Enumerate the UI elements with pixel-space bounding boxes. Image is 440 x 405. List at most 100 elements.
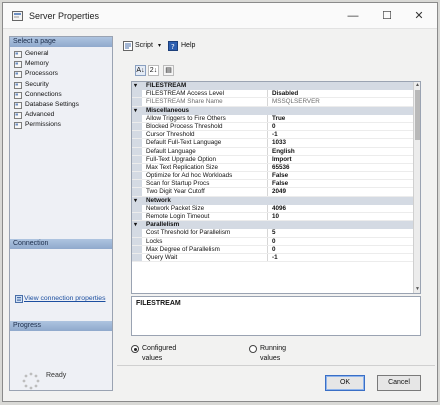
collapse-icon[interactable]: ▾ — [134, 221, 137, 229]
category-row[interactable]: ▾ Parallelism — [132, 221, 414, 230]
category-row[interactable]: ▾ FILESTREAM — [132, 82, 414, 91]
property-row[interactable]: Cursor Threshold -1 — [132, 131, 414, 140]
help-button[interactable]: Help — [181, 39, 195, 53]
property-name: Cost Threshold for Parallelism — [145, 229, 268, 237]
progress-spinner-icon — [22, 372, 40, 390]
page-item-label: Security — [25, 80, 49, 88]
property-name: Query Wait — [145, 253, 268, 262]
property-value[interactable]: Import — [270, 156, 414, 163]
script-button[interactable]: Script — [135, 39, 153, 53]
page-item-security[interactable]: Security — [12, 80, 112, 90]
configured-values-label: Configured values — [142, 345, 177, 362]
property-value[interactable]: 65536 — [270, 164, 414, 171]
property-row[interactable]: Query Wait -1 — [132, 253, 414, 263]
property-grid[interactable]: ▾ FILESTREAM FILESTREAM Access Level Disabl… — [131, 81, 421, 294]
property-value[interactable]: 4096 — [270, 205, 414, 212]
property-row[interactable]: Cost Threshold for Parallelism 5 — [132, 229, 414, 238]
category-name: Miscellaneous — [146, 106, 190, 114]
property-value[interactable]: False — [270, 172, 414, 179]
property-name: Optimize for Ad hoc Workloads — [145, 172, 268, 180]
script-dropdown-icon[interactable]: ▾ — [158, 39, 161, 53]
scroll-up-icon[interactable]: ▲ — [414, 82, 420, 89]
page-icon — [14, 61, 22, 69]
ok-button[interactable]: OK — [325, 375, 365, 391]
server-properties-window: Server Properties — ☐ ✕ Select a page Ge… — [2, 2, 438, 402]
property-row[interactable]: Blocked Process Threshold 0 — [132, 122, 414, 132]
category-row[interactable]: ▾ Network — [132, 196, 414, 205]
title-bar[interactable]: Server Properties — ☐ ✕ — [3, 3, 437, 29]
categorized-sort-button[interactable]: A↓ — [135, 65, 146, 76]
property-value[interactable]: False — [270, 180, 414, 187]
property-value[interactable]: English — [270, 148, 414, 155]
cancel-button[interactable]: Cancel — [377, 375, 421, 391]
description-panel: FILESTREAM — [131, 296, 421, 336]
minimize-button[interactable]: — — [341, 7, 365, 25]
collapse-icon[interactable]: ▾ — [134, 107, 137, 115]
page-item-memory[interactable]: Memory — [12, 59, 112, 69]
category-name: Network — [146, 196, 171, 204]
property-row[interactable]: Two Digit Year Cutoff 2049 — [132, 188, 414, 197]
property-value: MSSQLSERVER — [272, 98, 320, 106]
property-value[interactable]: -1 — [270, 254, 414, 261]
progress-header: Progress — [10, 321, 112, 331]
progress-status: Ready — [46, 372, 67, 379]
property-value[interactable]: 5 — [270, 229, 414, 236]
property-row[interactable]: Network Packet Size 4096 — [132, 204, 414, 213]
connection-properties-icon — [15, 295, 23, 303]
category-row[interactable]: ▾ Miscellaneous — [132, 106, 414, 115]
running-values-radio[interactable] — [249, 345, 257, 353]
property-row[interactable]: Default Full-Text Language 1033 — [132, 139, 414, 148]
server-icon — [12, 11, 23, 21]
page-item-database-settings[interactable]: Database Settings — [12, 100, 112, 110]
help-icon: ? — [168, 41, 178, 51]
property-value[interactable]: Disabled — [270, 90, 414, 97]
row-margin — [132, 180, 142, 188]
property-row[interactable]: Optimize for Ad hoc Workloads False — [132, 172, 414, 181]
page-item-label: Processors — [25, 70, 58, 78]
collapse-icon[interactable]: ▾ — [134, 82, 137, 90]
property-value[interactable]: 0 — [270, 246, 414, 253]
property-row[interactable]: FILESTREAM Access Level Disabled — [132, 90, 414, 99]
property-row[interactable]: FILESTREAM Share Name MSSQLSERVER — [132, 98, 414, 107]
page-icon — [14, 51, 22, 58]
collapse-icon[interactable]: ▾ — [134, 197, 137, 205]
property-value[interactable]: 1033 — [270, 139, 414, 146]
configured-values-radio[interactable] — [131, 345, 139, 353]
property-grid-scrollbar[interactable]: ▲ ▼ — [413, 82, 420, 293]
property-value[interactable]: 10 — [270, 213, 414, 220]
property-row[interactable]: Default Language English — [132, 147, 414, 156]
property-row[interactable]: Allow Triggers to Fire Others True — [132, 114, 414, 123]
alphabetical-sort-button[interactable]: 2↓ — [148, 65, 159, 76]
maximize-button[interactable]: ☐ — [375, 7, 399, 25]
page-item-connections[interactable]: Connections — [12, 90, 112, 100]
scroll-down-icon[interactable]: ▼ — [414, 286, 420, 293]
property-name: Locks — [145, 237, 268, 245]
page-icon — [14, 101, 22, 109]
property-row[interactable]: Remote Login Timeout 10 — [132, 213, 414, 222]
property-pages-icon[interactable]: ▤ — [163, 65, 174, 76]
property-row[interactable]: Max Text Replication Size 65536 — [132, 163, 414, 173]
category-name: Parallelism — [146, 221, 180, 229]
page-icon — [14, 112, 22, 120]
page-item-advanced[interactable]: Advanced — [12, 110, 112, 120]
property-value[interactable]: 0 — [270, 123, 414, 130]
close-button[interactable]: ✕ — [407, 7, 431, 25]
property-name: Max Degree of Parallelism — [145, 245, 268, 253]
property-row[interactable]: Scan for Startup Procs False — [132, 180, 414, 189]
page-item-label: Advanced — [25, 111, 55, 119]
property-value[interactable]: 0 — [270, 238, 414, 245]
property-name: Default Full-Text Language — [145, 139, 268, 147]
property-name: Full-Text Upgrade Option — [145, 155, 268, 163]
property-value[interactable]: -1 — [270, 131, 414, 138]
property-row[interactable]: Max Degree of Parallelism 0 — [132, 245, 414, 254]
property-value[interactable]: 2049 — [270, 188, 414, 195]
property-row[interactable]: Locks 0 — [132, 237, 414, 246]
page-item-general[interactable]: General — [12, 49, 112, 59]
page-item-permissions[interactable]: Permissions — [12, 120, 112, 130]
view-connection-properties-link[interactable]: View connection properties — [24, 295, 106, 302]
scroll-thumb[interactable] — [415, 90, 420, 140]
property-value[interactable]: True — [270, 115, 414, 122]
page-item-processors[interactable]: Processors — [12, 69, 112, 79]
property-row[interactable]: Full-Text Upgrade Option Import — [132, 155, 414, 164]
row-margin — [132, 172, 142, 180]
